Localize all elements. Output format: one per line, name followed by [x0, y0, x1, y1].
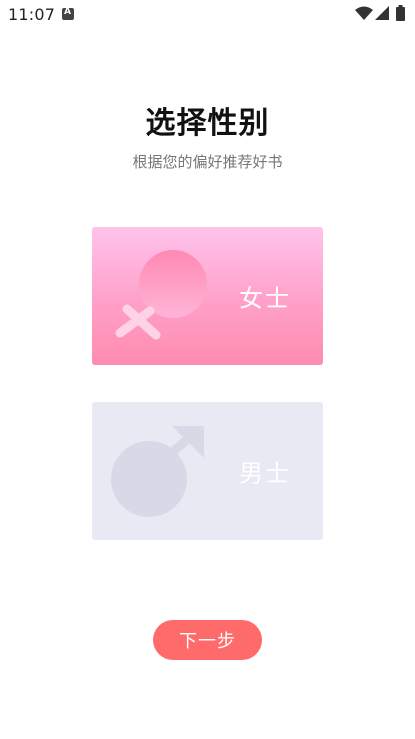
status-bar: 11:07 — [0, 0, 415, 30]
female-card[interactable]: 女士 — [92, 227, 323, 365]
notification-a-icon — [62, 7, 74, 20]
status-time: 11:07 — [8, 5, 56, 24]
battery-icon — [396, 5, 405, 21]
female-label: 女士 — [239, 284, 291, 313]
wifi-icon — [355, 6, 373, 20]
male-card[interactable]: 男士 — [92, 402, 323, 540]
page-title: 选择性别 — [145, 106, 270, 141]
next-button[interactable]: 下一步 — [153, 620, 262, 660]
page-subtitle: 根据您的偏好推荐好书 — [132, 153, 283, 171]
male-label: 男士 — [239, 459, 291, 488]
gender-selection-screen: 11:07 选择性别 根据您的偏好推荐好书 女士 — [0, 0, 415, 739]
signal-icon — [375, 6, 389, 20]
